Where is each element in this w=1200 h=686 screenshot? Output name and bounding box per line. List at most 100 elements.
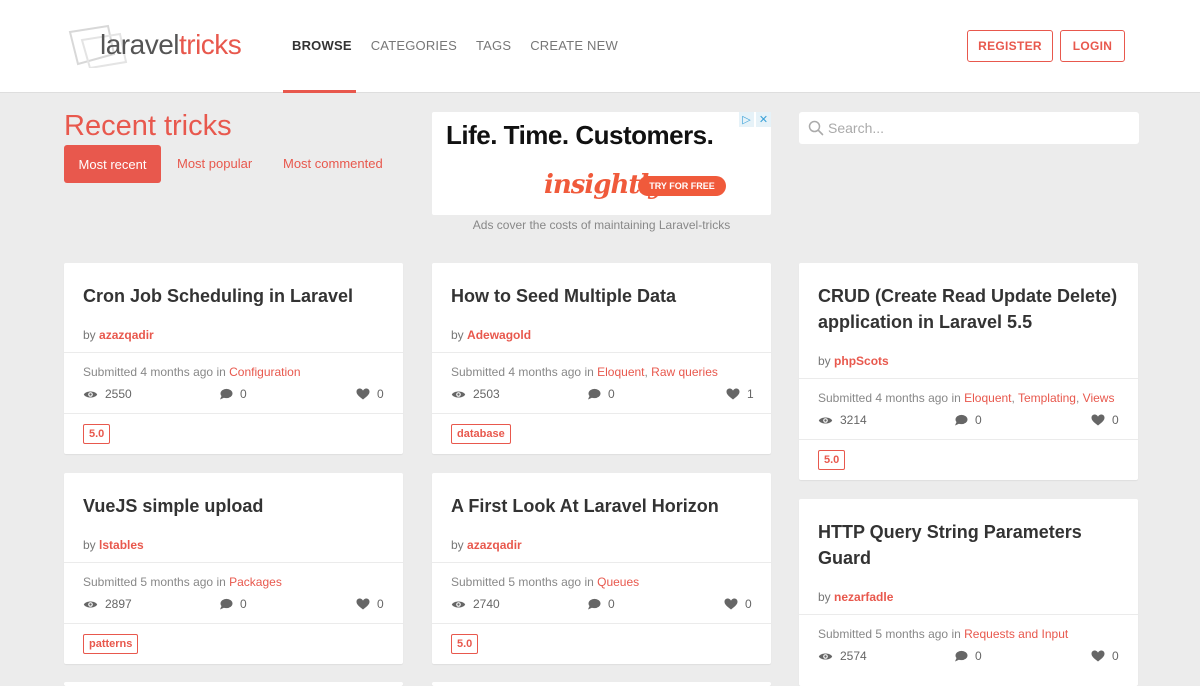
trick-tag[interactable]: 5.0 <box>451 634 479 654</box>
heart-icon[interactable] <box>726 388 740 400</box>
logo-text-tricks: tricks <box>178 29 242 60</box>
trick-card[interactable]: How to Seed Multiple Data by Adewagold S… <box>432 263 771 454</box>
ad-cta-button[interactable]: TRY FOR FREE <box>638 176 726 196</box>
in-label: in <box>216 575 226 589</box>
view-count: 2503 <box>451 387 500 401</box>
comment-count: 0 <box>954 413 982 427</box>
trick-tag[interactable]: 5.0 <box>818 450 846 470</box>
trick-title[interactable]: How to Seed Multiple Data <box>451 283 751 309</box>
comment-count-value: 0 <box>608 597 615 611</box>
comment-count: 0 <box>587 387 615 401</box>
logo[interactable]: laraveltricks <box>68 22 268 70</box>
heart-icon[interactable] <box>1091 414 1105 426</box>
trick-age: 4 months ago <box>508 365 582 379</box>
trick-card[interactable]: Cron Job Scheduling in Laravel by azazqa… <box>64 263 403 454</box>
trick-title[interactable]: HTTP Query String Parameters Guard <box>818 519 1118 571</box>
card-divider <box>64 623 403 624</box>
register-button[interactable]: REGISTER <box>967 30 1053 62</box>
trick-author[interactable]: azazqadir <box>467 538 522 552</box>
eye-icon <box>818 417 833 423</box>
ad-caption: Ads cover the costs of maintaining Larav… <box>472 218 731 232</box>
trick-author[interactable]: phpScots <box>834 354 889 368</box>
like-count: 1 <box>726 387 754 401</box>
trick-category[interactable]: Configuration <box>229 365 300 379</box>
view-count: 2897 <box>83 597 132 611</box>
trick-category[interactable]: Eloquent <box>597 365 644 379</box>
like-count: 0 <box>356 597 384 611</box>
trick-category[interactable]: Queues <box>597 575 639 589</box>
heart-icon[interactable] <box>356 388 370 400</box>
eye-icon <box>451 601 466 607</box>
by-label: by <box>451 538 464 552</box>
login-button[interactable]: LOGIN <box>1060 30 1125 62</box>
trick-title[interactable]: Cron Job Scheduling in Laravel <box>83 283 383 309</box>
trick-category[interactable]: Views <box>1083 391 1115 405</box>
trick-card[interactable]: VueJS simple upload by lstables Submitte… <box>64 473 403 664</box>
comment-icon <box>955 650 968 662</box>
trick-title[interactable]: CRUD (Create Read Update Delete) applica… <box>818 283 1118 335</box>
trick-tag[interactable]: 5.0 <box>83 424 111 444</box>
nav-categories[interactable]: CATEGORIES <box>371 38 457 53</box>
ad-info-icon[interactable]: ▷ <box>739 112 754 127</box>
trick-category[interactable]: Requests and Input <box>964 627 1068 641</box>
trick-tag[interactable]: patterns <box>83 634 139 654</box>
comment-count-value: 0 <box>608 387 615 401</box>
trick-tag[interactable]: database <box>451 424 511 444</box>
like-count-value: 0 <box>745 597 752 611</box>
eye-icon <box>451 391 466 397</box>
card-divider <box>432 562 771 563</box>
ad-headline: Life. Time. Customers. <box>446 120 714 150</box>
heart-icon[interactable] <box>356 598 370 610</box>
view-count-value: 2574 <box>840 649 867 663</box>
comment-count-value: 0 <box>240 597 247 611</box>
trick-card[interactable]: HTTP Query String Parameters Guard by ne… <box>799 499 1138 686</box>
like-count-value: 1 <box>747 387 754 401</box>
filter-most-commented[interactable]: Most commented <box>283 156 383 171</box>
submitted-label: Submitted <box>818 391 873 405</box>
trick-card[interactable]: A First Look At Laravel Horizon by azazq… <box>432 473 771 664</box>
comment-icon <box>588 388 601 400</box>
like-count-value: 0 <box>1112 413 1119 427</box>
trick-category[interactable]: Templating <box>1018 391 1076 405</box>
nav-browse[interactable]: BROWSE <box>292 38 352 53</box>
trick-age: 5 months ago <box>140 575 214 589</box>
view-count: 2740 <box>451 597 500 611</box>
by-label: by <box>818 590 831 604</box>
trick-age: 4 months ago <box>875 391 949 405</box>
trick-age: 4 months ago <box>140 365 214 379</box>
filter-most-popular[interactable]: Most popular <box>177 156 252 171</box>
card-divider <box>799 378 1138 379</box>
trick-card[interactable]: CRUD (Create Read Update Delete) applica… <box>799 263 1138 480</box>
card-divider <box>64 413 403 414</box>
comment-count: 0 <box>954 649 982 663</box>
view-count-value: 2740 <box>473 597 500 611</box>
trick-category[interactable]: Raw queries <box>651 365 718 379</box>
trick-author[interactable]: Adewagold <box>467 328 531 342</box>
submitted-label: Submitted <box>451 575 506 589</box>
submitted-label: Submitted <box>451 365 506 379</box>
trick-category[interactable]: Eloquent <box>964 391 1011 405</box>
view-count: 2550 <box>83 387 132 401</box>
nav-tags[interactable]: TAGS <box>476 38 511 53</box>
ad-close-icon[interactable]: ✕ <box>756 112 771 127</box>
by-label: by <box>83 328 96 342</box>
eye-icon <box>818 653 833 659</box>
search-icon <box>808 120 824 136</box>
like-count: 0 <box>356 387 384 401</box>
trick-author[interactable]: azazqadir <box>99 328 154 342</box>
trick-card-partial <box>64 682 403 686</box>
in-label: in <box>951 627 961 641</box>
ad-banner[interactable]: Life. Time. Customers. insightly TRY FOR… <box>432 112 771 215</box>
comment-count: 0 <box>219 597 247 611</box>
filter-most-recent[interactable]: Most recent <box>64 145 161 183</box>
trick-title[interactable]: VueJS simple upload <box>83 493 383 519</box>
nav-create-new[interactable]: CREATE NEW <box>530 38 618 53</box>
trick-category[interactable]: Packages <box>229 575 282 589</box>
view-count-value: 2503 <box>473 387 500 401</box>
trick-author[interactable]: lstables <box>99 538 144 552</box>
trick-title[interactable]: A First Look At Laravel Horizon <box>451 493 751 519</box>
trick-author[interactable]: nezarfadle <box>834 590 893 604</box>
heart-icon[interactable] <box>1091 650 1105 662</box>
heart-icon[interactable] <box>724 598 738 610</box>
search-input[interactable] <box>828 112 1128 144</box>
